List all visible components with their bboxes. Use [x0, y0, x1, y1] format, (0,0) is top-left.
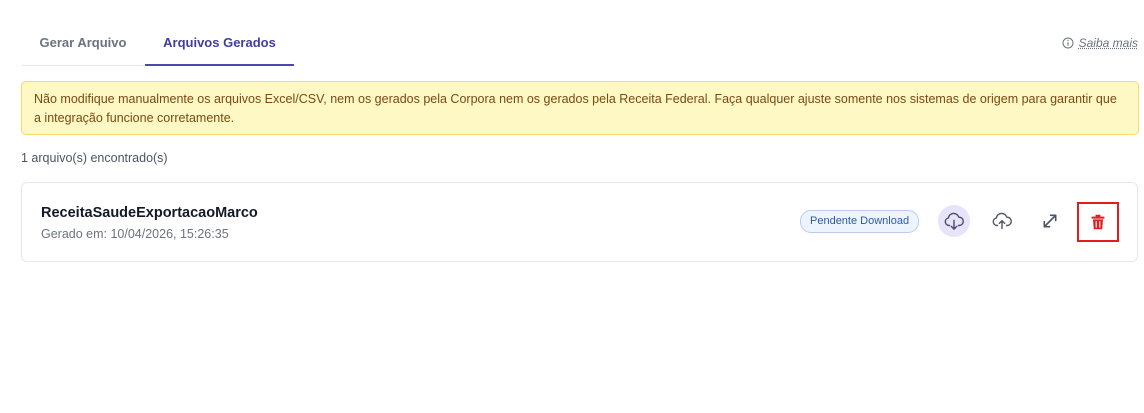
file-card: ReceitaSaudeExportacaoMarco Gerado em: 1…	[21, 182, 1138, 262]
file-name: ReceitaSaudeExportacaoMarco	[41, 205, 258, 221]
trash-icon	[1089, 213, 1107, 231]
download-button[interactable]	[938, 205, 970, 237]
info-icon	[1062, 37, 1074, 49]
expand-icon	[1040, 211, 1060, 231]
tab-arquivos-gerados[interactable]: Arquivos Gerados	[145, 24, 294, 66]
help-link[interactable]: Saiba mais	[1062, 36, 1138, 50]
tab-gerar-arquivo[interactable]: Gerar Arquivo	[22, 24, 144, 64]
files-page: Gerar Arquivo Arquivos Gerados Saiba mai…	[0, 0, 1144, 413]
help-link-label[interactable]: Saiba mais	[1079, 36, 1138, 50]
warning-alert: Não modifique manualmente os arquivos Ex…	[21, 81, 1139, 135]
results-count: 1 arquivo(s) encontrado(s)	[21, 151, 168, 165]
cloud-upload-icon	[991, 210, 1013, 232]
status-badge: Pendente Download	[800, 210, 920, 233]
file-generated-date: Gerado em: 10/04/2026, 15:26:35	[41, 227, 229, 241]
expand-button[interactable]	[1034, 205, 1066, 237]
delete-button[interactable]	[1077, 202, 1119, 242]
upload-button[interactable]	[986, 205, 1018, 237]
tab-bar: Gerar Arquivo Arquivos Gerados	[22, 24, 1138, 66]
cloud-download-icon	[943, 210, 965, 232]
